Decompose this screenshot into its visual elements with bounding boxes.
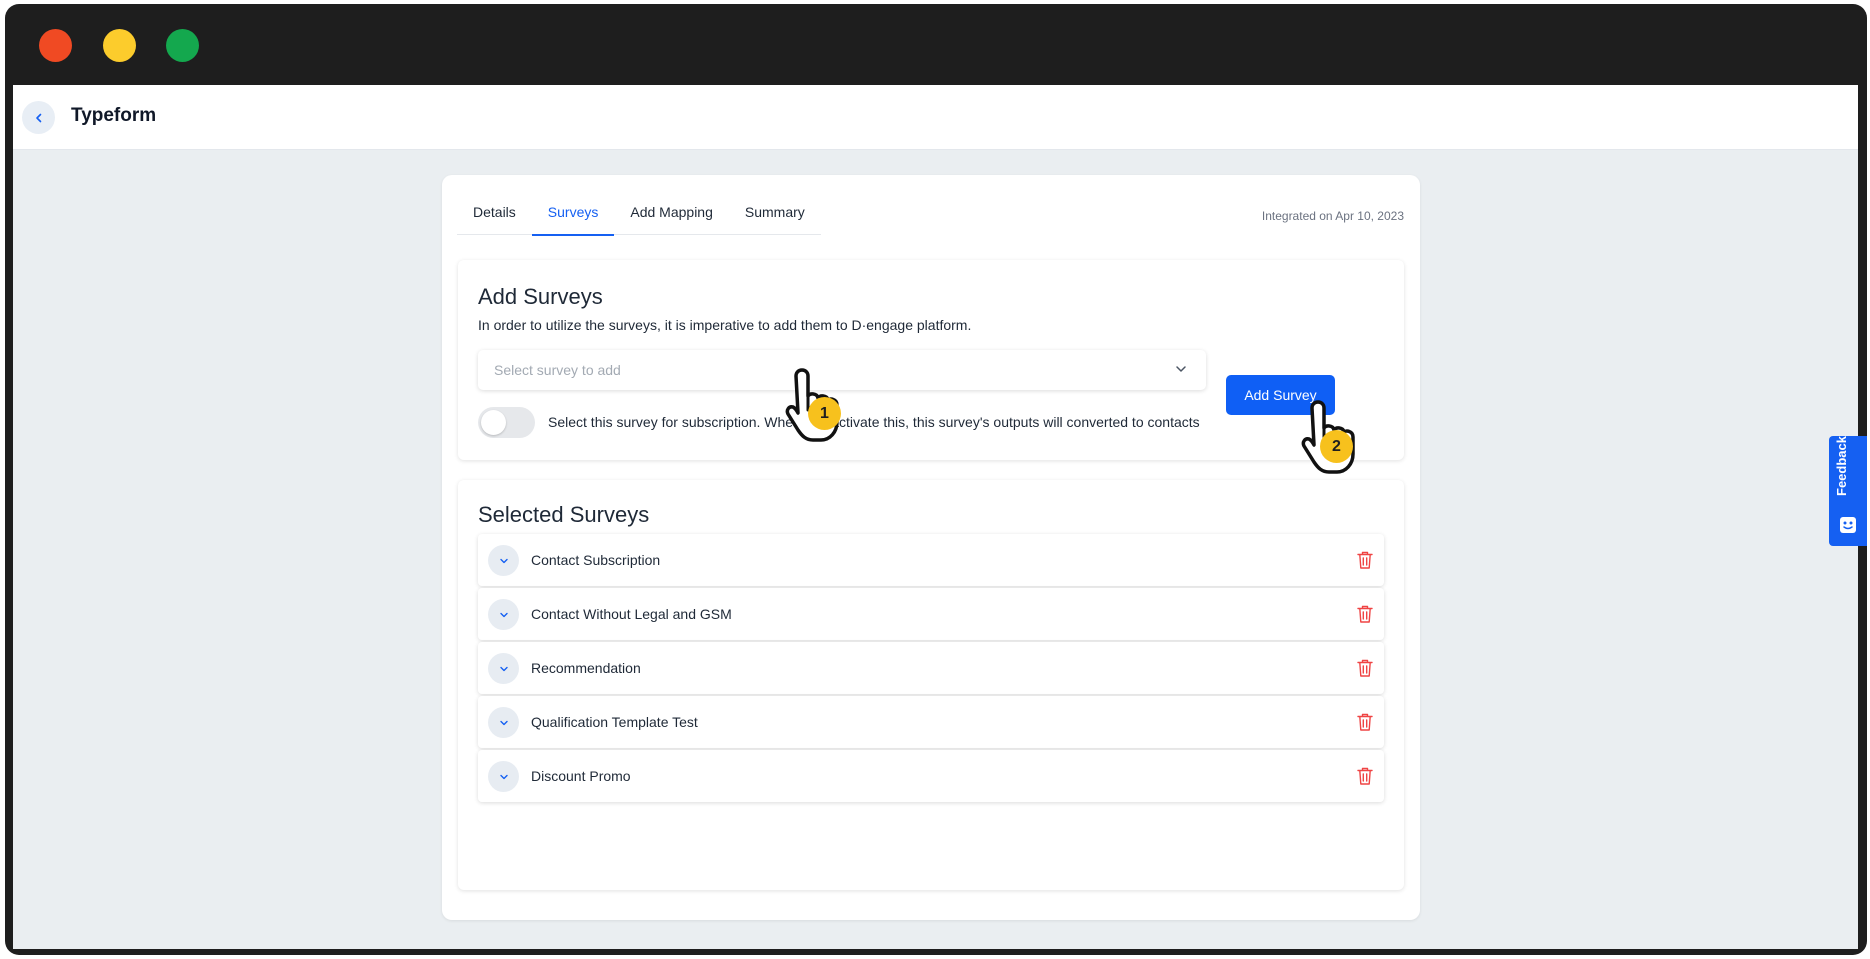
add-surveys-title: Add Surveys	[478, 284, 603, 309]
feedback-label: Feedback	[1834, 436, 1849, 496]
chevron-down-icon	[499, 774, 508, 779]
survey-row: Recommendation	[478, 642, 1384, 694]
expand-button[interactable]	[488, 761, 519, 792]
survey-name: Recommendation	[531, 660, 641, 676]
back-button[interactable]	[22, 101, 55, 134]
feedback-tab[interactable]: Feedback	[1829, 436, 1867, 546]
selected-surveys-panel: Selected Surveys Contact Subscription Co…	[458, 480, 1404, 890]
chevron-down-icon	[499, 558, 508, 563]
survey-row: Contact Without Legal and GSM	[478, 588, 1384, 640]
subscription-toggle[interactable]	[478, 407, 535, 438]
trash-icon[interactable]	[1356, 766, 1374, 786]
chevron-left-icon	[35, 113, 41, 122]
subscription-toggle-label: Select this survey for subscription. Whe…	[548, 414, 1200, 430]
trash-icon[interactable]	[1356, 604, 1374, 624]
survey-row: Contact Subscription	[478, 534, 1384, 586]
chevron-down-icon	[499, 666, 508, 671]
chevron-down-icon	[499, 612, 508, 617]
tab-bar: Details Surveys Add Mapping Summary	[457, 195, 821, 236]
toggle-knob	[481, 410, 506, 435]
tab-details[interactable]: Details	[457, 195, 532, 235]
add-surveys-description: In order to utilize the surveys, it is i…	[478, 317, 972, 333]
survey-select-placeholder: Select survey to add	[494, 362, 621, 378]
integrated-date: Integrated on Apr 10, 2023	[1261, 209, 1404, 223]
tab-surveys[interactable]: Surveys	[531, 195, 615, 236]
expand-button[interactable]	[488, 545, 519, 576]
app-window: Typeform Details Surveys Add Mapping Sum…	[13, 85, 1858, 949]
step-badge: 2	[1320, 430, 1353, 463]
trash-icon[interactable]	[1356, 550, 1374, 570]
page-title: Typeform	[71, 105, 157, 126]
expand-button[interactable]	[488, 599, 519, 630]
survey-row: Discount Promo	[478, 750, 1384, 802]
app-frame: Typeform Details Surveys Add Mapping Sum…	[5, 4, 1867, 955]
survey-name: Contact Subscription	[531, 552, 661, 568]
chevron-down-icon	[499, 720, 508, 725]
tab-add-mapping[interactable]: Add Mapping	[614, 195, 729, 235]
chevron-down-icon	[1176, 366, 1186, 372]
trash-icon[interactable]	[1356, 658, 1374, 678]
window-minimize-dot[interactable]	[103, 29, 136, 62]
selected-surveys-title: Selected Surveys	[478, 502, 650, 527]
top-bar: Typeform	[13, 85, 1858, 150]
add-surveys-panel: Add Surveys In order to utilize the surv…	[458, 260, 1404, 460]
window-maximize-dot[interactable]	[166, 29, 199, 62]
expand-button[interactable]	[488, 653, 519, 684]
survey-row: Qualification Template Test	[478, 696, 1384, 748]
survey-name: Contact Without Legal and GSM	[531, 606, 732, 622]
survey-name: Discount Promo	[531, 768, 631, 784]
trash-icon[interactable]	[1356, 712, 1374, 732]
window-close-dot[interactable]	[39, 29, 72, 62]
step-badge: 1	[808, 397, 841, 430]
tab-summary[interactable]: Summary	[729, 195, 821, 235]
survey-name: Qualification Template Test	[531, 714, 698, 730]
integration-card: Details Surveys Add Mapping Summary Inte…	[442, 175, 1420, 920]
feedback-icon	[1840, 517, 1856, 533]
expand-button[interactable]	[488, 707, 519, 738]
